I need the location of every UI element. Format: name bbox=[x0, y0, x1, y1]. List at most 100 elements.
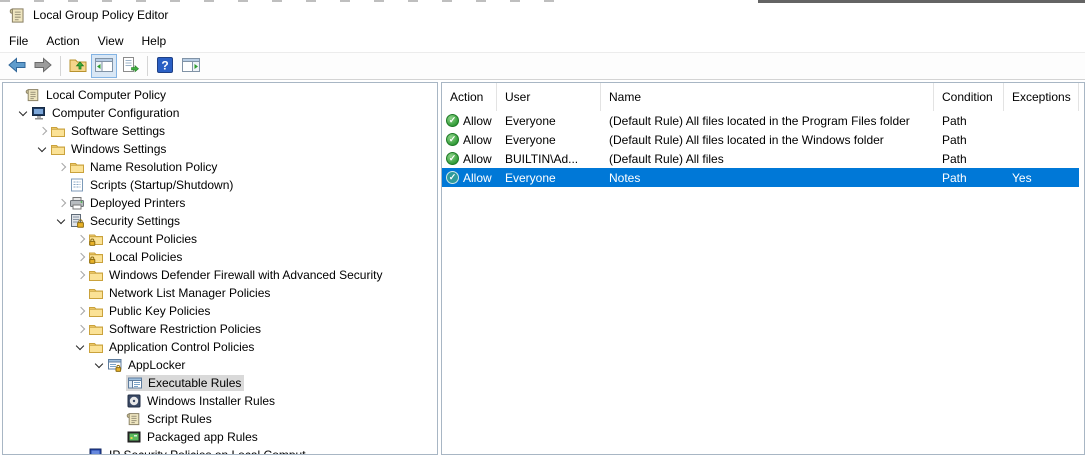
chevron-none bbox=[110, 429, 126, 445]
tree-item-windows-settings[interactable]: Windows Settings bbox=[3, 140, 437, 158]
rule-action: Allow bbox=[463, 114, 492, 128]
menu-help[interactable]: Help bbox=[133, 31, 176, 51]
tree-item-label: Packaged app Rules bbox=[144, 429, 261, 445]
tree-item-label: Executable Rules bbox=[145, 375, 244, 391]
tree-item-network-list-manager-policies[interactable]: Network List Manager Policies bbox=[3, 284, 437, 302]
menu-view[interactable]: View bbox=[89, 31, 133, 51]
tree-item-software-settings[interactable]: Software Settings bbox=[3, 122, 437, 140]
folder-icon bbox=[50, 141, 66, 157]
help-button[interactable]: ? bbox=[152, 54, 178, 78]
column-header-user[interactable]: User bbox=[497, 83, 601, 111]
tree-item-label: Deployed Printers bbox=[87, 195, 188, 211]
help-icon: ? bbox=[155, 55, 175, 78]
chevron-right-icon[interactable] bbox=[34, 123, 50, 139]
tree-item-applocker[interactable]: AppLocker bbox=[3, 356, 437, 374]
scroll-icon bbox=[25, 87, 41, 103]
tree-item-account-policies[interactable]: Account Policies bbox=[3, 230, 437, 248]
tree-item-local-computer-policy[interactable]: Local Computer Policy bbox=[3, 86, 437, 104]
rule-name: (Default Rule) All files located in the … bbox=[601, 111, 934, 130]
svg-text:?: ? bbox=[161, 58, 168, 72]
chevron-down-icon[interactable] bbox=[91, 357, 107, 373]
window-top-edge-solid bbox=[758, 0, 1085, 3]
menu-file[interactable]: File bbox=[0, 31, 37, 51]
chevron-right-icon[interactable] bbox=[53, 195, 69, 211]
folder-icon bbox=[50, 123, 66, 139]
up-one-level-button[interactable] bbox=[65, 54, 91, 78]
chevron-none bbox=[9, 87, 25, 103]
rule-row[interactable]: ✓Allow BUILTIN\Ad... (Default Rule) All … bbox=[442, 149, 1079, 168]
column-header-action[interactable]: Action bbox=[442, 83, 497, 111]
tree-item-packaged-app-rules[interactable]: Packaged app Rules bbox=[3, 428, 437, 446]
allow-check-icon: ✓ bbox=[446, 171, 459, 184]
tree-item-ip-security-policies[interactable]: IP Security Policies on Local Comput... bbox=[3, 446, 437, 455]
folder-lock-icon bbox=[88, 231, 104, 247]
menu-bar: File Action View Help bbox=[0, 30, 1085, 52]
chevron-right-icon[interactable] bbox=[72, 249, 88, 265]
tree-item-windows-defender-firewall[interactable]: Windows Defender Firewall with Advanced … bbox=[3, 266, 437, 284]
script-rules-icon bbox=[126, 411, 142, 427]
column-header-exceptions[interactable]: Exceptions bbox=[1004, 83, 1079, 111]
executable-rules-icon bbox=[127, 375, 143, 391]
chevron-down-icon[interactable] bbox=[53, 213, 69, 229]
rule-exceptions bbox=[1004, 130, 1079, 149]
column-header-condition[interactable]: Condition bbox=[934, 83, 1004, 111]
tree-item-local-policies[interactable]: Local Policies bbox=[3, 248, 437, 266]
tree-item-software-restriction-policies[interactable]: Software Restriction Policies bbox=[3, 320, 437, 338]
tree-item-label: Software Settings bbox=[68, 123, 168, 139]
chevron-right-icon[interactable] bbox=[53, 159, 69, 175]
tree-item-label: Security Settings bbox=[87, 213, 183, 229]
tree-item-label: Software Restriction Policies bbox=[106, 321, 264, 337]
rule-name: (Default Rule) All files bbox=[601, 149, 934, 168]
tree-item-application-control-policies[interactable]: Application Control Policies bbox=[3, 338, 437, 356]
rule-user: Everyone bbox=[497, 130, 601, 149]
tree-item-script-rules[interactable]: Script Rules bbox=[3, 410, 437, 428]
tree-item-label: Windows Settings bbox=[68, 141, 169, 157]
rule-condition: Path bbox=[934, 130, 1004, 149]
chevron-none bbox=[72, 447, 88, 455]
rule-row-selected[interactable]: ✓Allow Everyone Notes Path Yes bbox=[442, 168, 1079, 187]
chevron-right-icon[interactable] bbox=[72, 231, 88, 247]
chevron-right-icon[interactable] bbox=[72, 267, 88, 283]
chevron-none bbox=[110, 375, 126, 391]
tree-item-scripts[interactable]: Scripts (Startup/Shutdown) bbox=[3, 176, 437, 194]
scripts-icon bbox=[69, 177, 85, 193]
chevron-right-icon[interactable] bbox=[72, 321, 88, 337]
tree-item-executable-rules[interactable]: Executable Rules bbox=[3, 374, 437, 392]
forward-button[interactable] bbox=[30, 54, 56, 78]
chevron-down-icon[interactable] bbox=[34, 141, 50, 157]
tree-item-windows-installer-rules[interactable]: Windows Installer Rules bbox=[3, 392, 437, 410]
allow-check-icon: ✓ bbox=[446, 133, 459, 146]
local-group-policy-editor-window: Local Group Policy Editor File Action Vi… bbox=[0, 0, 1085, 455]
tree-item-label: Name Resolution Policy bbox=[87, 159, 220, 175]
window-top-edge bbox=[0, 0, 560, 2]
gpedit-scroll-icon bbox=[9, 7, 26, 24]
folder-icon bbox=[88, 267, 104, 283]
rule-row[interactable]: ✓Allow Everyone (Default Rule) All files… bbox=[442, 111, 1079, 130]
rule-user: Everyone bbox=[497, 111, 601, 130]
tree-item-name-resolution-policy[interactable]: Name Resolution Policy bbox=[3, 158, 437, 176]
action-pane-icon bbox=[181, 55, 201, 78]
tree-item-label: Script Rules bbox=[144, 411, 215, 427]
export-list-button[interactable] bbox=[117, 54, 143, 78]
tree-item-label: IP Security Policies on Local Comput... bbox=[106, 447, 319, 455]
toolbar-separator bbox=[60, 56, 61, 76]
list-header: Action User Name Condition Exceptions bbox=[442, 83, 1084, 111]
menu-action[interactable]: Action bbox=[37, 31, 88, 51]
show-console-tree-button[interactable] bbox=[91, 54, 117, 78]
tree-item-public-key-policies[interactable]: Public Key Policies bbox=[3, 302, 437, 320]
tree-item-deployed-printers[interactable]: Deployed Printers bbox=[3, 194, 437, 212]
toolbar-separator bbox=[147, 56, 148, 76]
show-action-pane-button[interactable] bbox=[178, 54, 204, 78]
rule-row[interactable]: ✓ Allow Everyone (Default Rule) All files… bbox=[442, 130, 1079, 149]
chevron-right-icon[interactable] bbox=[72, 303, 88, 319]
chevron-down-icon[interactable] bbox=[15, 105, 31, 121]
chevron-down-icon[interactable] bbox=[72, 339, 88, 355]
tree-item-security-settings[interactable]: Security Settings bbox=[3, 212, 437, 230]
rule-action: Allow bbox=[463, 133, 492, 147]
tree-item-label: Application Control Policies bbox=[106, 339, 257, 355]
column-header-name[interactable]: Name bbox=[601, 83, 934, 111]
rule-name: (Default Rule) All files located in the … bbox=[601, 130, 934, 149]
back-button[interactable] bbox=[4, 54, 30, 78]
rule-action: Allow bbox=[463, 171, 492, 185]
tree-item-computer-configuration[interactable]: Computer Configuration bbox=[3, 104, 437, 122]
